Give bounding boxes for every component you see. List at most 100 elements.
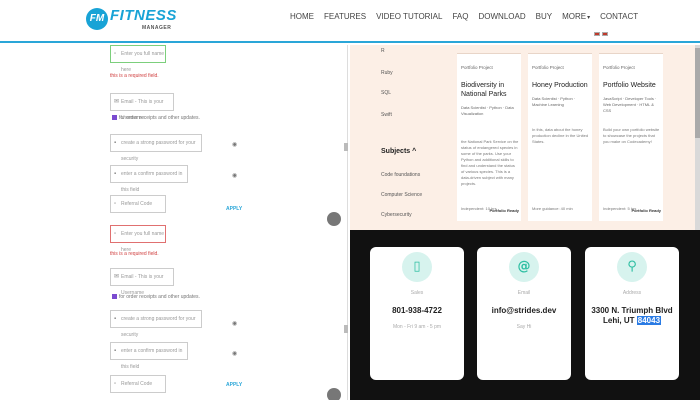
- contact-hours: Mon - Fri 9 am - 5 pm: [392, 324, 442, 330]
- subject-item: Computer Science: [381, 192, 423, 198]
- logo[interactable]: FM FITNESS MANAGER: [86, 6, 176, 36]
- checkbox-icon: [112, 294, 117, 300]
- required-error: this is a required field.: [110, 73, 159, 79]
- nav-features[interactable]: FEATURES: [319, 11, 371, 24]
- contact-label: Address: [622, 290, 642, 296]
- skill-item: Swift: [381, 112, 392, 118]
- card-title: Portfolio Website: [603, 82, 656, 89]
- lock-icon: ▪: [114, 171, 117, 177]
- city-state-zip[interactable]: Lehi, UT 84043: [585, 316, 679, 326]
- map-pin-icon: ⚲: [617, 252, 647, 282]
- subject-item: Cybersecurity: [381, 212, 412, 218]
- eye-icon[interactable]: ◉: [232, 350, 237, 357]
- skill-item: Ruby: [381, 70, 393, 76]
- chevron-up-icon: ^: [412, 148, 417, 155]
- nav-faq[interactable]: FAQ: [447, 11, 473, 24]
- user-icon: ▫: [114, 51, 117, 57]
- lock-icon: ▪: [114, 316, 117, 322]
- phone-icon: ▯: [402, 252, 432, 282]
- contact-label: Email: [517, 290, 531, 296]
- card-description: In this, data about the honey production…: [532, 127, 589, 144]
- scrollbar-handle[interactable]: [344, 143, 348, 151]
- eye-icon[interactable]: ◉: [232, 172, 237, 179]
- nav-video-tutorial[interactable]: VIDEO TUTORIAL: [371, 11, 447, 24]
- checkbox-icon: [112, 115, 117, 121]
- project-card[interactable]: Portfolio Project Honey Production Data …: [528, 53, 592, 221]
- card-description: the National Park Service on the status …: [461, 139, 519, 186]
- street-address[interactable]: 3300 N. Triumph Blvd: [585, 306, 679, 316]
- card-tech: JavaScript · Developer Tools · Web Devel…: [603, 96, 657, 113]
- confirm-password-field[interactable]: ▪ enter a confirm password in this field: [110, 342, 188, 370]
- phone-number[interactable]: 801-938-4722: [370, 306, 464, 316]
- nav-buy[interactable]: BUY: [531, 11, 557, 24]
- user-icon: ▫: [114, 231, 117, 237]
- scrollbar-thumb[interactable]: [695, 48, 700, 138]
- portfolio-ready-badge: Portfolio Ready: [489, 208, 519, 213]
- contact-note: Say Hi: [516, 324, 532, 330]
- mail-icon: ✉: [114, 274, 120, 280]
- project-card[interactable]: Portfolio Project Biodiversity in Nation…: [457, 53, 521, 221]
- apply-button[interactable]: APPLY: [226, 382, 242, 388]
- email-field[interactable]: ✉ Email - This is your Username: [110, 268, 174, 296]
- logo-mark: FM: [86, 8, 108, 30]
- card-description: Build your own portfolio website to show…: [603, 127, 660, 144]
- card-tag: Portfolio Project: [603, 65, 635, 70]
- subject-item: Code foundations: [381, 172, 421, 178]
- logo-name: FITNESS: [110, 7, 177, 24]
- signup-form-panel: ▫ Enter you full name here this is a requ…: [0, 45, 348, 400]
- logo-tagline: MANAGER: [142, 25, 172, 31]
- at-icon: @: [509, 252, 539, 282]
- skill-item: SQL: [381, 90, 392, 96]
- subjects-heading[interactable]: Subjects ^: [381, 148, 416, 156]
- password-field[interactable]: ▪ create a strong password for your secur…: [110, 134, 202, 162]
- contact-card-email: @ Email info@strides.dev Say Hi: [477, 247, 571, 380]
- lock-icon: ▪: [114, 348, 117, 354]
- card-duration: More guidance: 40 min: [532, 206, 573, 211]
- email-field[interactable]: ✉ Email - This is your Username: [110, 93, 174, 121]
- scroll-button[interactable]: [327, 212, 341, 226]
- flag-icon[interactable]: [602, 32, 608, 36]
- card-tag: Portfolio Project: [461, 65, 493, 70]
- apply-button[interactable]: APPLY: [226, 206, 242, 212]
- nav-download[interactable]: DOWNLOAD: [473, 11, 530, 24]
- referral-code-field[interactable]: ▫ Referral Code: [110, 195, 166, 213]
- eye-icon[interactable]: ◉: [232, 320, 237, 327]
- project-card[interactable]: Portfolio Project Portfolio Website Java…: [599, 53, 663, 221]
- tag-icon: ▫: [114, 381, 117, 387]
- full-name-field[interactable]: ▫ Enter you full name here: [110, 225, 166, 253]
- mail-icon: ✉: [114, 99, 120, 105]
- skill-item: R: [381, 48, 385, 54]
- full-name-field[interactable]: ▫ Enter you full name here: [110, 45, 166, 73]
- nav-more-dropdown[interactable]: MORE: [557, 11, 595, 24]
- nav-home[interactable]: HOME: [285, 11, 319, 24]
- scroll-button[interactable]: [327, 388, 341, 400]
- card-title: Biodiversity in National Parks: [461, 82, 507, 98]
- tag-icon: ▫: [114, 201, 117, 207]
- resume-panel: R Ruby SQL Swift Subjects ^ Code foundat…: [350, 45, 700, 230]
- order-updates-checkbox[interactable]: for order receipts and other updates.: [112, 294, 200, 301]
- card-tech: Data Scientist · Python · Machine Learni…: [532, 96, 576, 107]
- contact-label: Sales: [410, 290, 424, 296]
- order-updates-checkbox[interactable]: for order receipts and other updates.: [112, 115, 200, 122]
- password-field[interactable]: ▪ create a strong password for your secur…: [110, 310, 202, 338]
- lock-icon: ▪: [114, 140, 117, 146]
- portfolio-ready-badge: Portfolio Ready: [631, 208, 661, 213]
- card-tag: Portfolio Project: [532, 65, 564, 70]
- eye-icon[interactable]: ◉: [232, 141, 237, 148]
- scrollbar-handle[interactable]: [344, 325, 348, 333]
- main-nav: HOME FEATURES VIDEO TUTORIAL FAQ DOWNLOA…: [285, 11, 643, 24]
- nav-contact[interactable]: CONTACT: [595, 11, 643, 24]
- site-header: FM FITNESS MANAGER HOME FEATURES VIDEO T…: [0, 0, 700, 43]
- selected-zip: 84043: [636, 316, 662, 325]
- referral-code-field[interactable]: ▫ Referral Code: [110, 375, 166, 393]
- flag-icon[interactable]: [594, 32, 600, 36]
- language-flags: [594, 32, 608, 36]
- card-title: Honey Production: [532, 82, 588, 89]
- contact-panel: ▯ Sales 801-938-4722 Mon - Fri 9 am - 5 …: [350, 230, 700, 400]
- card-tech: Data Scientist · Python · Data Visualiza…: [461, 105, 514, 116]
- contact-card-address: ⚲ Address 3300 N. Triumph Blvd Lehi, UT …: [585, 247, 679, 380]
- email-address[interactable]: info@strides.dev: [477, 306, 571, 316]
- confirm-password-field[interactable]: ▪ enter a confirm password in this field: [110, 165, 188, 193]
- contact-card-sales: ▯ Sales 801-938-4722 Mon - Fri 9 am - 5 …: [370, 247, 464, 380]
- required-error: this is a required field.: [110, 251, 159, 257]
